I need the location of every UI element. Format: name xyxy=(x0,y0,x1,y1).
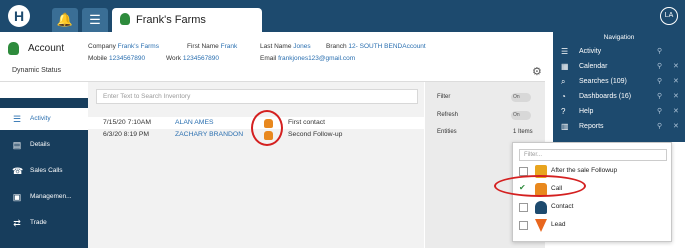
last-name-field: Last Name Jones xyxy=(260,43,311,50)
notifications-bell-icon[interactable]: 🔔 xyxy=(52,8,78,32)
checkbox[interactable] xyxy=(519,221,528,230)
tab-franks-farms[interactable]: Frank's Farms xyxy=(112,8,262,32)
dashboard-icon: ◔ xyxy=(561,92,566,101)
nav-item-dashboards[interactable]: ◔ Dashboards (16) ⚲ ✕ xyxy=(553,89,685,104)
nav-item-activity[interactable]: ☰ Activity ⚲ xyxy=(553,44,685,59)
account-leaf-icon xyxy=(120,13,130,25)
management-icon: ▣ xyxy=(12,192,22,202)
account-title: Account xyxy=(28,43,65,54)
sidebar-item-management[interactable]: ▣ Managemen... xyxy=(0,186,88,208)
branch-field: Branch 12- SOUTH BENDAccount xyxy=(326,43,426,50)
dynamic-status-label: Dynamic Status xyxy=(12,67,62,74)
email-link[interactable]: frankjones123@gmail.com xyxy=(278,55,355,62)
row-name-link[interactable]: ALAN AMES xyxy=(175,119,214,126)
work-link[interactable]: 1234567890 xyxy=(183,55,219,62)
top-bar: H 🔔 ☰ Frank's Farms LA xyxy=(0,0,685,32)
trade-icon: ⇄ xyxy=(13,218,21,228)
row-subject: First contact xyxy=(288,119,326,126)
entities-label: Entities xyxy=(437,129,457,135)
nav-item-help[interactable]: ? Help ⚲ ✕ xyxy=(553,104,685,119)
filter-toggle[interactable]: On xyxy=(511,93,531,102)
work-field: Work 1234567890 xyxy=(166,55,220,62)
row-date: 6/3/20 8:19 PM xyxy=(103,131,150,138)
pin-icon[interactable]: ⚲ xyxy=(657,89,662,104)
document-icon: ▤ xyxy=(12,140,22,150)
pin-icon[interactable]: ⚲ xyxy=(657,104,662,119)
dropdown-item-contact[interactable]: Contact xyxy=(513,199,673,217)
pin-icon[interactable]: ⚲ xyxy=(657,59,662,74)
close-icon[interactable]: ✕ xyxy=(673,89,679,104)
pin-icon[interactable]: ⚲ xyxy=(657,44,662,59)
dropdown-filter-input[interactable]: Filter... xyxy=(519,149,667,161)
nav-item-reports[interactable]: ▥ Reports ⚲ ✕ xyxy=(553,119,685,134)
phone-icon: ☎ xyxy=(12,166,24,176)
navigation-panel: Navigation ☰ Activity ⚲ ▦ Calendar ⚲ ✕ ⌕ Sea… xyxy=(553,32,685,142)
checkbox[interactable] xyxy=(519,203,528,212)
row-name-link[interactable]: ZACHARY BRANDON xyxy=(175,131,243,138)
left-sidebar: ☰ Activity ▤ Details ☎ Sales Calls ▣ Managem… xyxy=(0,98,88,248)
gear-icon[interactable]: ⚙ xyxy=(532,65,542,78)
mobile-field: Mobile 1234567890 xyxy=(88,55,146,62)
sidebar-item-sales-calls[interactable]: ☎ Sales Calls xyxy=(0,160,88,182)
highlight-circle xyxy=(251,110,283,146)
close-icon[interactable]: ✕ xyxy=(673,119,679,134)
highlight-circle xyxy=(494,175,586,197)
app-logo[interactable]: H xyxy=(8,5,30,27)
row-date: 7/15/20 7:10AM xyxy=(103,119,151,126)
sidebar-item-details[interactable]: ▤ Details xyxy=(0,134,88,156)
refresh-toggle[interactable]: On xyxy=(511,111,531,120)
search-icon: ⌕ xyxy=(561,77,566,86)
help-icon: ? xyxy=(561,107,566,116)
pin-icon[interactable]: ⚲ xyxy=(657,74,662,89)
person-icon xyxy=(535,201,547,214)
activity-content xyxy=(88,82,424,248)
company-link[interactable]: Frank's Farms xyxy=(118,43,159,50)
account-leaf-icon xyxy=(8,42,19,55)
list-icon: ☰ xyxy=(12,114,22,124)
list-icon: ☰ xyxy=(561,47,569,56)
menu-icon[interactable]: ☰ xyxy=(82,8,108,32)
company-field: Company Frank's Farms xyxy=(88,43,159,50)
email-field: Email frankjones123@gmail.com xyxy=(260,55,356,62)
dropdown-item-lead[interactable]: Lead xyxy=(513,217,673,235)
calendar-icon: ▦ xyxy=(561,62,569,71)
filter-label: Filter xyxy=(437,94,451,100)
sidebar-item-activity[interactable]: ☰ Activity xyxy=(0,108,88,130)
reports-icon: ▥ xyxy=(561,122,569,131)
funnel-icon xyxy=(535,219,547,232)
tab-title: Frank's Farms xyxy=(136,14,206,26)
sidebar-item-trade[interactable]: ⇄ Trade xyxy=(0,212,88,234)
nav-item-searches[interactable]: ⌕ Searches (109) ⚲ ✕ xyxy=(553,74,685,89)
first-name-field: First Name Frank xyxy=(187,43,238,50)
nav-item-calendar[interactable]: ▦ Calendar ⚲ ✕ xyxy=(553,59,685,74)
entities-count[interactable]: 1 Items xyxy=(513,129,533,135)
close-icon[interactable]: ✕ xyxy=(673,104,679,119)
refresh-label: Refresh xyxy=(437,112,459,118)
account-header: Account Dynamic Status Company Frank's F… xyxy=(0,32,545,82)
navigation-title: Navigation xyxy=(603,34,635,41)
close-icon[interactable]: ✕ xyxy=(673,74,679,89)
close-icon[interactable]: ✕ xyxy=(673,59,679,74)
user-avatar[interactable]: LA xyxy=(660,7,678,25)
search-input[interactable]: Enter Text to Search Inventory xyxy=(96,89,418,104)
mobile-link[interactable]: 1234567890 xyxy=(109,55,145,62)
pin-icon[interactable]: ⚲ xyxy=(657,119,662,134)
row-subject: Second Follow-up xyxy=(288,131,343,138)
